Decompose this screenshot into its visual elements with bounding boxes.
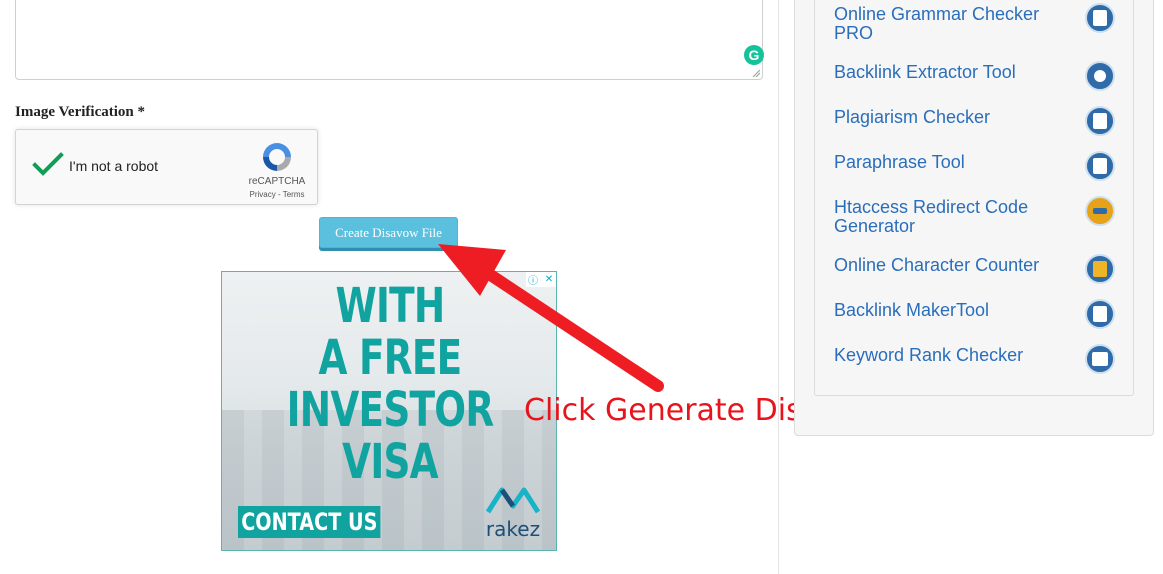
ad-headline-line: VISA (342, 434, 439, 490)
tool-link-label[interactable]: Backlink MakerTool (834, 301, 1054, 329)
recaptcha-privacy-terms-link[interactable]: Privacy - Terms (242, 190, 312, 199)
tool-link-label[interactable]: Htaccess Redirect Code Generator (834, 198, 1054, 236)
message-textarea[interactable]: G (15, 0, 764, 80)
resize-grip-icon[interactable] (752, 69, 760, 77)
sidebar-item-htaccess-redirect-code-generator[interactable]: Htaccess Redirect Code Generator (834, 196, 1115, 236)
keyword-rank-icon[interactable] (1085, 344, 1115, 374)
ad-contact-us-button[interactable]: CONTACT US (238, 506, 381, 538)
backlink-extractor-icon[interactable] (1085, 61, 1115, 91)
sidebar-item-online-grammar-checker-pro[interactable]: Online Grammar Checker PRO (834, 3, 1115, 43)
recaptcha-checkbox-label: I'm not a robot (69, 158, 159, 174)
sidebar-item-backlink-extractor-tool[interactable]: Backlink Extractor Tool (834, 61, 1115, 91)
grammar-checker-icon[interactable] (1085, 3, 1115, 33)
tool-link-label[interactable]: Keyword Rank Checker (834, 346, 1054, 374)
grammarly-icon[interactable]: G (744, 45, 764, 65)
tool-link-label[interactable]: Backlink Extractor Tool (834, 63, 1054, 91)
tool-link-label[interactable]: Paraphrase Tool (834, 153, 1054, 181)
image-verification-label: Image Verification * (15, 104, 145, 120)
tool-link-label[interactable]: Online Character Counter (834, 256, 1054, 284)
recaptcha-brand: reCAPTCHA (248, 176, 306, 187)
paraphrase-tool-icon[interactable] (1085, 151, 1115, 181)
column-divider (778, 0, 779, 574)
sidebar-item-keyword-rank-checker[interactable]: Keyword Rank Checker (834, 344, 1115, 374)
tool-link-label[interactable]: Plagiarism Checker (834, 108, 1054, 136)
recaptcha-widget[interactable]: I'm not a robot reCAPTCHA Privacy - Term… (15, 129, 318, 205)
checkmark-icon[interactable] (32, 152, 64, 178)
rakez-wordmark: rakez (485, 517, 541, 541)
sidebar-item-plagiarism-checker[interactable]: Plagiarism Checker (834, 106, 1115, 136)
character-counter-icon[interactable] (1085, 254, 1115, 284)
sidebar-item-paraphrase-tool[interactable]: Paraphrase Tool (834, 151, 1115, 181)
tool-link-label[interactable]: Online Grammar Checker PRO (834, 5, 1054, 43)
red-arrow-annotation-icon (438, 244, 664, 392)
rakez-logo: rakez (484, 484, 542, 541)
backlink-maker-icon[interactable] (1085, 299, 1115, 329)
sidebar-item-backlink-maker-tool[interactable]: Backlink MakerTool (834, 299, 1115, 329)
sidebar-item-online-character-counter[interactable]: Online Character Counter (834, 254, 1115, 284)
rakez-mark-icon (485, 487, 541, 514)
plagiarism-checker-icon[interactable] (1085, 106, 1115, 136)
htaccess-redirect-icon[interactable] (1085, 196, 1115, 226)
recaptcha-logo-icon (263, 143, 291, 171)
